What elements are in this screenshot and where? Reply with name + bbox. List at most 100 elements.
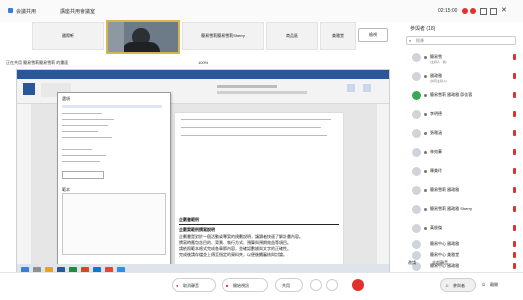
dialog-title: 選項 — [62, 96, 70, 101]
background-shelf — [108, 22, 124, 52]
participant-name: 張雅涵 — [430, 130, 442, 135]
status-dot-icon — [424, 94, 427, 97]
mic-muted-icon[interactable] — [513, 225, 516, 231]
search-placeholder: 搜尋 — [416, 38, 424, 43]
participant-name: 李明德 — [430, 111, 442, 116]
participant-item[interactable]: 國政雅 (共同主持人) — [400, 67, 523, 86]
mic-muted-icon[interactable] — [513, 168, 516, 174]
mic-muted-icon[interactable] — [513, 187, 516, 193]
editing-icon[interactable] — [347, 84, 355, 92]
video-tile[interactable]: 國際軒 — [32, 22, 104, 50]
status-dot-icon — [424, 75, 427, 78]
avatar-icon — [412, 251, 421, 260]
doc-subheading: 企劃案範例撰寫說明 — [179, 227, 215, 232]
participant-search-input[interactable]: ⌕ 搜尋 — [406, 36, 516, 45]
participant-item[interactable]: 李明德 — [400, 105, 523, 124]
status-dot-icon — [424, 113, 427, 116]
minimize-icon[interactable] — [480, 8, 487, 15]
share-header: 正在共用 簡易雪莉簡易雪莉 的畫面 100% — [6, 59, 396, 69]
participant-item[interactable]: 張雅涵 — [400, 124, 523, 143]
option-line — [62, 113, 102, 114]
participant-item[interactable]: 簡易中心 國政雅 — [400, 261, 523, 272]
avatar-icon — [412, 91, 421, 100]
status-dot-icon — [424, 208, 427, 211]
participants-button[interactable]: ☺ 參與者 — [440, 278, 476, 292]
styles-gallery[interactable] — [217, 85, 277, 88]
dictate-icon[interactable] — [363, 84, 371, 92]
maximize-icon[interactable] — [490, 8, 497, 15]
recording-icon[interactable] — [462, 8, 468, 14]
video-tile[interactable]: 簡易雪莉簡易雪莉Sherry — [182, 22, 264, 50]
option-line — [62, 125, 108, 126]
mic-muted-icon[interactable] — [513, 263, 516, 269]
zoom-level[interactable]: 100% — [198, 60, 208, 65]
text-line — [181, 119, 331, 120]
avatar-icon — [412, 72, 421, 81]
end-call-button[interactable] — [352, 279, 364, 291]
avatar-icon — [412, 240, 421, 249]
dialog-dropdown[interactable] — [62, 171, 104, 179]
status-dot-icon — [424, 132, 427, 135]
participant-item[interactable]: 林宛蓁 — [400, 143, 523, 162]
mic-muted-icon[interactable] — [513, 130, 516, 136]
avatar-icon — [412, 148, 421, 157]
status-dot-icon — [424, 56, 427, 59]
participant-name: 簡易中心 國政雅 — [430, 241, 460, 246]
mute-all-button[interactable]: 全部靜音 — [432, 260, 448, 266]
participant-item[interactable]: 簡易雪莉 國政雅 — [400, 181, 523, 200]
avatar-icon — [412, 224, 421, 233]
apps-icon[interactable] — [326, 279, 338, 291]
mic-muted-icon[interactable] — [513, 73, 516, 79]
close-icon[interactable]: ✕ — [501, 6, 507, 14]
mic-muted-icon[interactable] — [513, 241, 516, 247]
mic-muted-icon[interactable] — [513, 54, 516, 60]
participant-item[interactable]: 簡易雪 (主持人 · 我) — [400, 48, 523, 67]
participant-name: 簡易雪莉 國政雅 Sherry — [430, 206, 473, 211]
participant-item[interactable]: 簡易雪莉 國政雅 邱佳蓉 — [400, 86, 523, 105]
participants-label: 參與者 — [453, 283, 465, 288]
search-icon: ⌕ — [409, 38, 412, 43]
participant-item[interactable]: 簡易中心 國政雅 — [400, 238, 523, 250]
document-page[interactable]: 企劃書範例 企劃案範例撰寫說明 企劃書是對於一個活動或專案的規劃說明，讓讀者快速… — [174, 112, 344, 266]
start-video-label: 開始視訊 — [233, 283, 249, 288]
video-off-icon: ■ — [226, 283, 229, 288]
reactions-icon[interactable] — [310, 279, 322, 291]
unmute-button[interactable]: ● 取消靜音 — [172, 278, 216, 292]
participant-item[interactable]: 簡易雪莉 國政雅 Sherry — [400, 200, 523, 219]
participant-item[interactable]: 黃俊傑 — [400, 219, 523, 238]
option-line — [62, 149, 92, 150]
mic-muted-icon[interactable] — [513, 252, 516, 258]
dialog-tabs[interactable] — [62, 105, 162, 108]
video-tile[interactable]: 商品區 — [266, 22, 318, 50]
status-dot-icon — [424, 151, 427, 154]
participant-name: 陳美玲 — [430, 168, 442, 173]
options-dialog[interactable]: 選項 範本 — [57, 92, 171, 266]
panel-header: 參與者 (18) — [410, 26, 436, 32]
active-speaker-video[interactable] — [106, 20, 180, 54]
participant-item[interactable]: 陳美玲 — [400, 162, 523, 181]
mic-muted-icon[interactable] — [513, 111, 516, 117]
mic-muted-icon[interactable] — [513, 206, 516, 212]
view-button[interactable]: 檢視 — [358, 28, 388, 42]
record-stop-icon[interactable] — [470, 8, 476, 14]
option-line — [62, 161, 100, 162]
leave-button[interactable]: ⏻ 離開 — [480, 278, 506, 292]
file-tab-icon[interactable] — [23, 83, 35, 95]
invite-button[interactable]: 邀請 — [408, 260, 416, 266]
avatar-icon — [412, 110, 421, 119]
status-dot-icon — [424, 189, 427, 192]
option-line — [62, 131, 98, 132]
tile-name: 美雅堂 — [332, 33, 344, 38]
participant-item[interactable]: 簡易中心 美雅堂 — [400, 250, 523, 261]
video-tile[interactable]: 美雅堂 — [320, 22, 356, 50]
start-video-button[interactable]: ■ 開始視訊 — [222, 278, 268, 292]
status-dot-icon — [424, 170, 427, 173]
doc-line: 完成後請存檔並上傳至指定的資料夾，以便後續審核與討論。 — [179, 252, 287, 257]
meeting-subtitle: 講座共用會議室 — [60, 9, 96, 15]
share-button[interactable]: 共用 — [275, 278, 303, 292]
tile-name: 國際軒 — [62, 33, 74, 38]
people-icon: ☺ — [445, 283, 450, 288]
mic-muted-icon[interactable] — [513, 149, 516, 155]
mic-muted-icon[interactable] — [513, 92, 516, 98]
tile-name: 簡易雪莉簡易雪莉Sherry — [201, 33, 245, 38]
